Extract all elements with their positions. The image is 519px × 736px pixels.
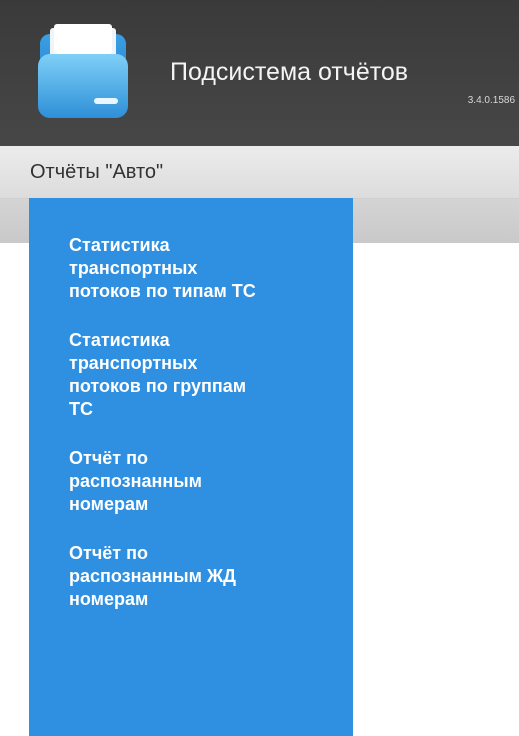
app-header: Подсистема отчётов 3.4.0.1586 [0,0,519,146]
folder-icon [38,24,128,118]
menu-bar: Отчёты "Авто" [0,146,519,199]
app-title: Подсистема отчётов [170,58,409,86]
dropdown-item-recognized-plates[interactable]: Отчёт по распознанным номерам [69,447,269,516]
reports-dropdown: Статистика транспортных потоков по типам… [29,198,353,736]
dropdown-item-recognized-rail-numbers[interactable]: Отчёт по распознанным ЖД номерам [69,542,269,611]
dropdown-item-traffic-by-group[interactable]: Статистика транспортных потоков по групп… [69,329,269,421]
menu-reports-auto[interactable]: Отчёты "Авто" [30,160,163,184]
app-version: 3.4.0.1586 [467,95,515,106]
dropdown-item-traffic-by-type[interactable]: Статистика транспортных потоков по типам… [69,234,269,303]
